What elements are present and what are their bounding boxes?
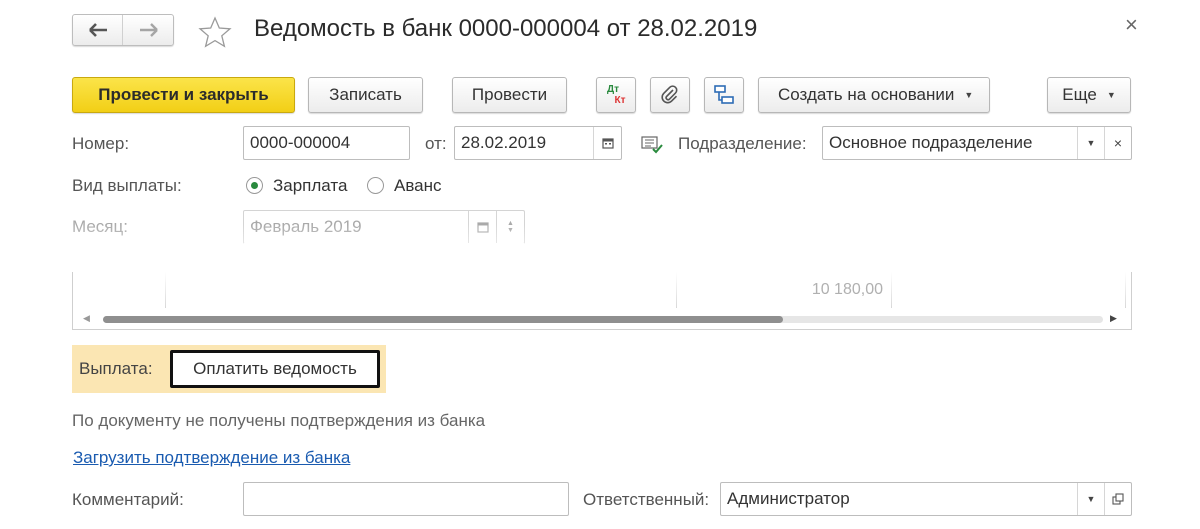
responsible-dropdown-icon[interactable]: ▼ bbox=[1077, 483, 1104, 515]
fade-overlay bbox=[60, 224, 1140, 272]
radio-salary-label[interactable]: Зарплата bbox=[273, 176, 347, 196]
pay-statement-button[interactable]: Оплатить ведомость bbox=[170, 350, 380, 388]
scroll-right-icon[interactable]: ▶ bbox=[1110, 313, 1117, 324]
load-confirmation-link[interactable]: Загрузить подтверждение из банка bbox=[73, 448, 350, 468]
table-column-divider bbox=[165, 272, 166, 308]
back-button[interactable] bbox=[73, 15, 123, 45]
radio-advance[interactable] bbox=[367, 177, 384, 194]
create-based-on-button[interactable]: Создать на основании ▼ bbox=[758, 77, 990, 113]
post-and-close-button[interactable]: Провести и закрыть bbox=[72, 77, 295, 113]
bank-status-text: По документу не получены подтверждения и… bbox=[72, 411, 486, 430]
calendar-icon[interactable] bbox=[593, 127, 621, 159]
paperclip-icon bbox=[661, 85, 678, 104]
date-label: от: bbox=[425, 134, 447, 153]
comment-field[interactable] bbox=[243, 482, 569, 516]
scrollbar-thumb[interactable] bbox=[103, 316, 783, 323]
division-field[interactable]: Основное подразделение ▼ × bbox=[822, 126, 1132, 160]
table-total-value: 10 180,00 bbox=[811, 281, 883, 298]
forward-button[interactable] bbox=[124, 15, 174, 45]
table-column-divider bbox=[891, 272, 892, 308]
forward-arrow-icon bbox=[140, 23, 158, 37]
attach-button[interactable] bbox=[650, 77, 690, 113]
payment-panel: Выплата: Оплатить ведомость bbox=[72, 345, 386, 393]
table-column-divider bbox=[676, 272, 677, 308]
table-fragment: 10 180,00 ◀ ▶ bbox=[72, 272, 1132, 330]
number-label: Номер: bbox=[72, 134, 130, 153]
division-label: Подразделение: bbox=[678, 134, 807, 153]
division-value: Основное подразделение bbox=[829, 133, 1033, 152]
radio-salary[interactable] bbox=[246, 177, 263, 194]
back-arrow-icon bbox=[88, 23, 107, 37]
dt-kt-button[interactable]: Дт Кт bbox=[596, 77, 636, 113]
number-field[interactable]: 0000-000004 bbox=[243, 126, 410, 160]
payment-label: Выплата: bbox=[79, 359, 153, 378]
date-value: 28.02.2019 bbox=[461, 133, 547, 152]
page-title: Ведомость в банк 0000-000004 от 28.02.20… bbox=[254, 15, 758, 42]
close-icon[interactable]: × bbox=[1125, 12, 1138, 38]
save-button[interactable]: Записать bbox=[308, 77, 423, 113]
horizontal-scrollbar[interactable]: ◀ ▶ bbox=[73, 310, 1131, 328]
open-in-window-icon[interactable] bbox=[1104, 483, 1131, 515]
scrollbar-track[interactable] bbox=[103, 316, 1103, 323]
structure-button[interactable] bbox=[704, 77, 744, 113]
responsible-label: Ответственный: bbox=[583, 490, 710, 509]
nav-button-group bbox=[72, 14, 174, 46]
responsible-field[interactable]: Администратор ▼ bbox=[720, 482, 1132, 516]
more-label: Еще bbox=[1062, 85, 1097, 104]
dropdown-arrow-icon: ▼ bbox=[964, 90, 974, 100]
dropdown-arrow-icon: ▼ bbox=[1106, 90, 1116, 100]
radio-advance-label[interactable]: Аванс bbox=[394, 176, 442, 196]
division-dropdown-icon[interactable]: ▼ bbox=[1077, 127, 1104, 159]
scroll-left-icon[interactable]: ◀ bbox=[83, 313, 90, 324]
more-button[interactable]: Еще ▼ bbox=[1047, 77, 1131, 113]
dt-label: Дт bbox=[606, 84, 620, 95]
post-button[interactable]: Провести bbox=[452, 77, 567, 113]
checked-document-icon bbox=[641, 136, 663, 154]
create-based-on-label: Создать на основании bbox=[778, 85, 955, 104]
payment-type-label: Вид выплаты: bbox=[72, 176, 182, 195]
kt-label: Кт bbox=[614, 95, 626, 106]
document-structure-icon bbox=[714, 85, 734, 104]
comment-label: Комментарий: bbox=[72, 490, 184, 509]
table-column-divider bbox=[1125, 272, 1126, 308]
division-clear-icon[interactable]: × bbox=[1104, 127, 1131, 159]
star-icon[interactable] bbox=[198, 16, 232, 48]
date-field[interactable]: 28.02.2019 bbox=[454, 126, 622, 160]
responsible-value: Администратор bbox=[727, 489, 850, 508]
